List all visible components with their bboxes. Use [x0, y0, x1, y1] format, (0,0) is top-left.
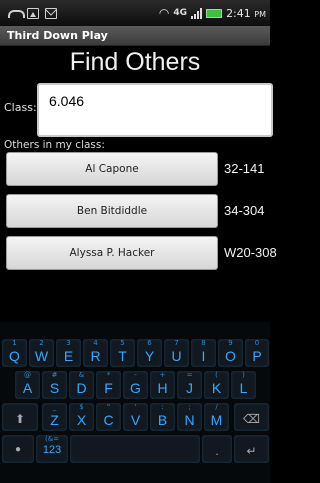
notification-image-icon [27, 7, 39, 19]
key-n[interactable]: ; N [177, 403, 202, 431]
backspace-icon: ⌫ [243, 412, 260, 426]
key-b[interactable]: :B [150, 403, 175, 431]
notification-mail-icon [45, 7, 57, 19]
key-r[interactable]: 4R [83, 339, 108, 367]
key-l[interactable]: ) L [231, 371, 256, 399]
key-h[interactable]: + H [150, 371, 175, 399]
key-s[interactable]: # S [42, 371, 67, 399]
shift-key[interactable]: ⬆ [2, 403, 38, 431]
key-j[interactable]: = J [177, 371, 202, 399]
mic-key[interactable]: ● [2, 435, 34, 463]
key-e[interactable]: 3E [56, 339, 81, 367]
class-input[interactable]: 6.046 [37, 83, 273, 137]
space-key[interactable] [70, 435, 200, 463]
person-row: Ben Bitdiddle 34-304 [6, 194, 270, 230]
key-d[interactable]: & D [69, 371, 94, 399]
key-w[interactable]: 2W [29, 339, 54, 367]
key-u[interactable]: 7U [164, 339, 189, 367]
key-k[interactable]: (K [204, 371, 229, 399]
key-y[interactable]: 6Y [137, 339, 162, 367]
key-i[interactable]: 8I [191, 339, 216, 367]
signal-icon [191, 7, 203, 19]
person-room: 34-304 [224, 203, 265, 218]
shift-icon: ⬆ [14, 412, 26, 426]
clock: 2:41 PM [226, 6, 266, 20]
key-m[interactable]: / M [204, 403, 229, 431]
others-label: Others in my class: [4, 139, 105, 151]
key-x[interactable]: $ X [69, 403, 94, 431]
key-o[interactable]: 9O [218, 339, 243, 367]
person-button[interactable]: Al Capone [6, 152, 218, 186]
symbols-key[interactable]: (&= 123 [36, 435, 68, 463]
key-z[interactable]: _ Z [42, 403, 67, 431]
period-key[interactable]: . [202, 435, 232, 463]
app-title-bar: Third Down Play [0, 26, 270, 46]
key-f[interactable]: * F [96, 371, 121, 399]
page-title: Find Others [69, 48, 201, 76]
key-c[interactable]: " C [96, 403, 121, 431]
person-button[interactable]: Alyssa P. Hacker [6, 236, 218, 270]
key-a[interactable]: @ A [15, 371, 40, 399]
key-g[interactable]: -G [123, 371, 148, 399]
wifi-icon: ◠ [158, 6, 170, 20]
soft-keyboard: 1Q 2W 3E 4R 5T 6Y 7U 8I 9O 0P @ A # S & D *… [0, 322, 270, 483]
battery-icon [206, 8, 223, 18]
backspace-key[interactable]: ⌫ [234, 403, 269, 431]
microphone-icon: ● [14, 444, 22, 455]
person-room: 32-141 [224, 161, 265, 176]
class-input-value: 6.046 [49, 93, 85, 109]
app-title: Third Down Play [7, 29, 108, 42]
person-row: Al Capone 32-141 [6, 152, 270, 188]
key-q[interactable]: 1Q [2, 339, 27, 367]
class-label: Class: [4, 101, 37, 114]
key-v[interactable]: ' V [123, 403, 148, 431]
person-row: Alyssa P. Hacker W20-308 [6, 236, 277, 272]
notification-phone-icon [8, 8, 25, 19]
enter-key[interactable]: ↵ [234, 435, 269, 463]
enter-icon: ↵ [246, 444, 257, 458]
key-t[interactable]: 5T [110, 339, 135, 367]
person-button[interactable]: Ben Bitdiddle [6, 194, 218, 228]
period-icon: . [215, 444, 219, 458]
status-bar: ◠ 4G 2:41 PM [0, 0, 270, 26]
network-type: 4G [173, 8, 188, 18]
key-p[interactable]: 0P [245, 339, 269, 367]
person-room: W20-308 [224, 245, 277, 260]
